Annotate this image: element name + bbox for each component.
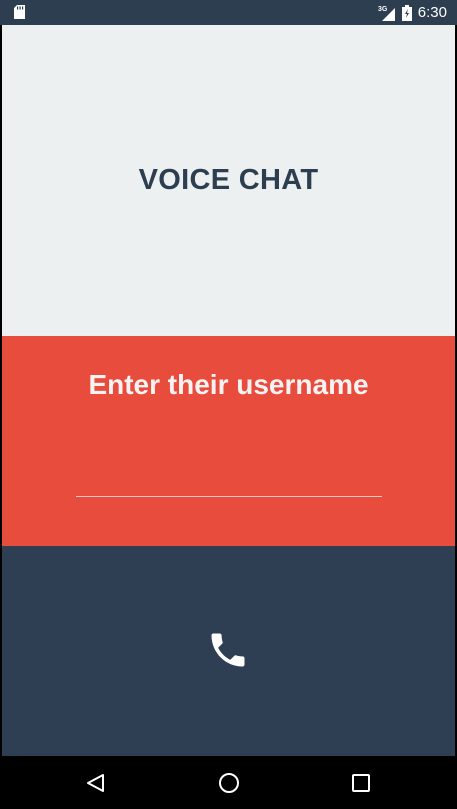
clock: 6:30 <box>417 4 447 21</box>
svg-text:3G: 3G <box>378 6 388 13</box>
call-section <box>2 546 455 756</box>
home-button[interactable] <box>212 766 246 800</box>
home-icon <box>219 773 239 793</box>
title-section: VOICE CHAT <box>2 25 455 336</box>
recents-button[interactable] <box>344 766 378 800</box>
back-button[interactable] <box>79 766 113 800</box>
back-icon <box>87 774 104 792</box>
sd-card-icon <box>14 5 25 19</box>
recents-icon <box>352 774 370 792</box>
navigation-bar <box>0 756 457 809</box>
username-input[interactable] <box>76 468 382 497</box>
status-bar: 3G 6:30 <box>0 0 457 25</box>
call-button[interactable] <box>198 620 258 680</box>
username-section: Enter their username <box>2 336 455 546</box>
app-screen: VOICE CHAT Enter their username <box>2 25 455 756</box>
signal-3g-icon: 3G <box>378 6 395 21</box>
username-prompt: Enter their username <box>88 369 369 400</box>
battery-icon <box>401 4 412 21</box>
app-title: VOICE CHAT <box>138 164 319 196</box>
phone-icon <box>211 633 245 667</box>
